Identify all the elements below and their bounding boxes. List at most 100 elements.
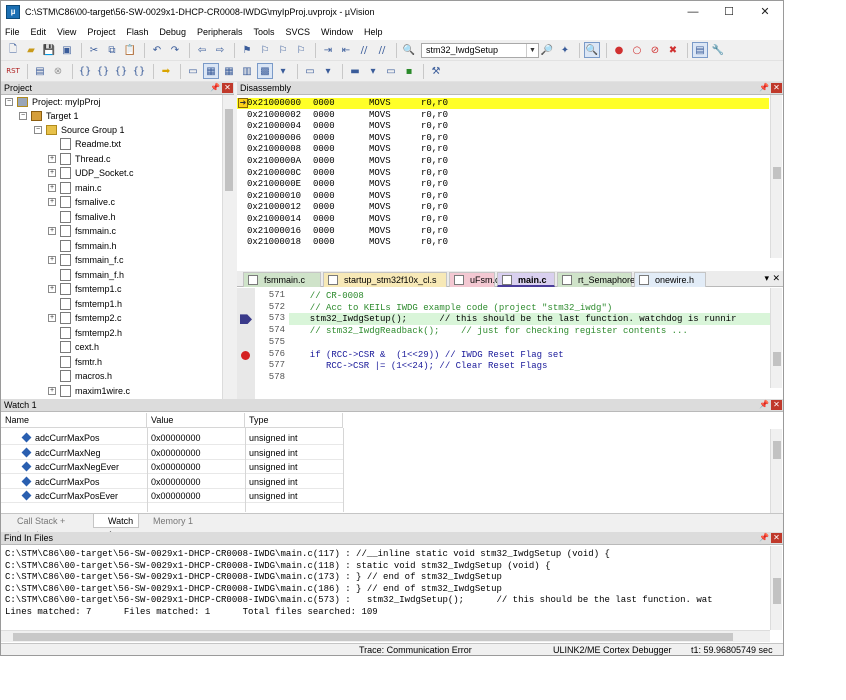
tree-file[interactable]: fsmtr.h	[48, 355, 102, 369]
save-all-icon[interactable]: ▣	[59, 42, 75, 58]
menu-file[interactable]: File	[5, 27, 20, 37]
scroll-thumb[interactable]	[773, 441, 781, 459]
collapse-icon[interactable]: −	[19, 112, 27, 120]
scroll-thumb[interactable]	[773, 578, 781, 604]
menu-window[interactable]: Window	[321, 27, 353, 37]
bookmark-prev-icon[interactable]: ⚐	[257, 42, 273, 58]
watch-col-value[interactable]: Value	[147, 413, 245, 428]
tree-file[interactable]: Readme.txt	[48, 137, 121, 151]
code-line[interactable]: // CR-0008	[299, 290, 364, 302]
disable-breakpoint-icon[interactable]: ○	[629, 42, 645, 58]
watch-col-type[interactable]: Type	[245, 413, 343, 428]
debug-session-icon[interactable]: 🔍	[584, 42, 600, 58]
watch-row[interactable]: adcCurrMaxPos 0x00000000 unsigned int	[1, 431, 343, 445]
trace-window-icon[interactable]: ▾	[365, 63, 381, 79]
tree-file[interactable]: + fsmalive.c	[48, 195, 115, 209]
tab-watch-1[interactable]: Watch 1	[93, 514, 139, 540]
scroll-thumb[interactable]	[773, 352, 781, 366]
project-scrollbar[interactable]	[222, 95, 234, 399]
tree-file[interactable]: fsmalive.h	[48, 210, 116, 224]
tree-file[interactable]: + UDP_Socket.c	[48, 166, 134, 180]
menu-project[interactable]: Project	[87, 27, 115, 37]
tab-list-icon[interactable]: ▾	[764, 273, 769, 284]
close-panel-icon[interactable]: ✕	[771, 533, 782, 543]
stop-icon[interactable]: ⊗	[50, 63, 66, 79]
watch-row[interactable]: adcCurrMaxPosEver 0x00000000 unsigned int	[1, 489, 343, 503]
uncomment-icon[interactable]: //	[374, 42, 390, 58]
call-stack-window-icon[interactable]: ▩	[257, 63, 273, 79]
find-icon[interactable]: 🔎	[539, 42, 555, 58]
tree-file[interactable]: + fsmtemp2.c	[48, 311, 122, 325]
close-panel-icon[interactable]: ✕	[771, 400, 782, 410]
unindent-icon[interactable]: ⇤	[338, 42, 354, 58]
analysis-window-icon[interactable]: ▬	[347, 63, 363, 79]
bookmark-clear-icon[interactable]: ⚐	[293, 42, 309, 58]
watch-row[interactable]: adcCurrMaxNegEver 0x00000000 unsigned int	[1, 460, 343, 474]
tree-project-root[interactable]: − Project: myIpProj	[5, 95, 101, 109]
code-line[interactable]: stm32_IwdgSetup(); // this should be the…	[299, 313, 737, 325]
menu-peripherals[interactable]: Peripherals	[197, 27, 243, 37]
find-result-line[interactable]: C:\STM\C86\00-target\56-SW-0029x1-DHCP-C…	[5, 572, 502, 583]
save-icon[interactable]: 💾	[41, 42, 57, 58]
bookmark-next-icon[interactable]: ⚐	[275, 42, 291, 58]
menu-svcs[interactable]: SVCS	[286, 27, 311, 37]
open-folder-icon[interactable]: ▰	[23, 42, 39, 58]
pin-icon[interactable]: 📌	[759, 532, 769, 544]
indent-icon[interactable]: ⇥	[320, 42, 336, 58]
watch-row[interactable]: adcCurrMaxNeg 0x00000000 unsigned int	[1, 446, 343, 460]
pin-icon[interactable]: 📌	[759, 82, 769, 94]
collapse-icon[interactable]: −	[5, 98, 13, 106]
tree-file[interactable]: + maxim1wire.c	[48, 384, 130, 398]
run-icon[interactable]: ▤	[32, 63, 48, 79]
tree-file[interactable]: + fsmmain_f.c	[48, 253, 124, 267]
code-line[interactable]: RCC->CSR |= (1<<24); // Clear Reset Flag…	[299, 360, 547, 372]
expand-icon[interactable]: +	[48, 169, 56, 177]
menu-flash[interactable]: Flash	[126, 27, 148, 37]
expand-icon[interactable]: +	[48, 198, 56, 206]
tree-file[interactable]: macros.h	[48, 369, 112, 383]
run-to-cursor-icon[interactable]: {}	[131, 63, 147, 79]
new-file-icon[interactable]: 🗋	[5, 42, 21, 58]
insert-breakpoint-icon[interactable]: ●	[611, 42, 627, 58]
copy-icon[interactable]: ⧉	[104, 42, 120, 58]
paste-icon[interactable]: 📋	[122, 42, 138, 58]
expand-icon[interactable]: +	[48, 227, 56, 235]
find-result-line[interactable]: C:\STM\C86\00-target\56-SW-0029x1-DHCP-C…	[5, 549, 610, 560]
menu-help[interactable]: Help	[364, 27, 383, 37]
disassembly-window-icon[interactable]: ▦	[203, 63, 219, 79]
expand-icon[interactable]: +	[48, 386, 56, 395]
pin-icon[interactable]: 📌	[759, 399, 769, 411]
expand-icon[interactable]: +	[48, 256, 56, 264]
tab-editor-file[interactable]: fsmmain.c	[243, 272, 321, 287]
breakpoint-gutter[interactable]	[237, 288, 255, 399]
code-line[interactable]: if (RCC->CSR & (1<<29)) // IWDG Reset Fl…	[299, 349, 564, 361]
maximize-button[interactable]: ☐	[711, 1, 747, 23]
tree-file[interactable]: + fsmmain.c	[48, 224, 116, 238]
nav-forward-icon[interactable]: ⇨	[212, 42, 228, 58]
menu-tools[interactable]: Tools	[253, 27, 274, 37]
close-panel-icon[interactable]: ✕	[222, 83, 233, 93]
code-line[interactable]: // Acc to KEILs IWDG example code (proje…	[299, 302, 612, 314]
watch-row[interactable]: adcCurrMaxPos 0x00000000 unsigned int	[1, 475, 343, 489]
nav-back-icon[interactable]: ⇦	[194, 42, 210, 58]
watch-window-icon[interactable]: ▾	[275, 63, 291, 79]
tree-target[interactable]: − Target 1	[19, 109, 79, 123]
cut-icon[interactable]: ✂	[86, 42, 102, 58]
step-over-icon[interactable]: {}	[95, 63, 111, 79]
menu-edit[interactable]: Edit	[31, 27, 47, 37]
system-viewer-icon[interactable]: ▭	[383, 63, 399, 79]
close-panel-icon[interactable]: ✕	[771, 83, 782, 93]
find-result-line[interactable]: C:\STM\C86\00-target\56-SW-0029x1-DHCP-C…	[5, 595, 713, 606]
breakpoint-icon[interactable]	[241, 350, 250, 360]
code-line[interactable]: // stm32_IwdgReadback(); // just for che…	[299, 325, 688, 337]
find-in-files-icon[interactable]: 🔍	[401, 42, 417, 58]
expand-icon[interactable]: +	[48, 314, 56, 322]
disassembly-scrollbar[interactable]	[770, 95, 782, 258]
step-into-icon[interactable]: {}	[77, 63, 93, 79]
expand-icon[interactable]: +	[48, 154, 56, 163]
tab-editor-file[interactable]: uFsm.c	[449, 272, 500, 287]
bookmark-insert-icon[interactable]: ⚑	[239, 42, 255, 58]
reset-icon[interactable]: RST	[5, 63, 21, 79]
tree-file[interactable]: + fsmtemp1.c	[48, 282, 122, 296]
command-window-icon[interactable]: ▭	[185, 63, 201, 79]
